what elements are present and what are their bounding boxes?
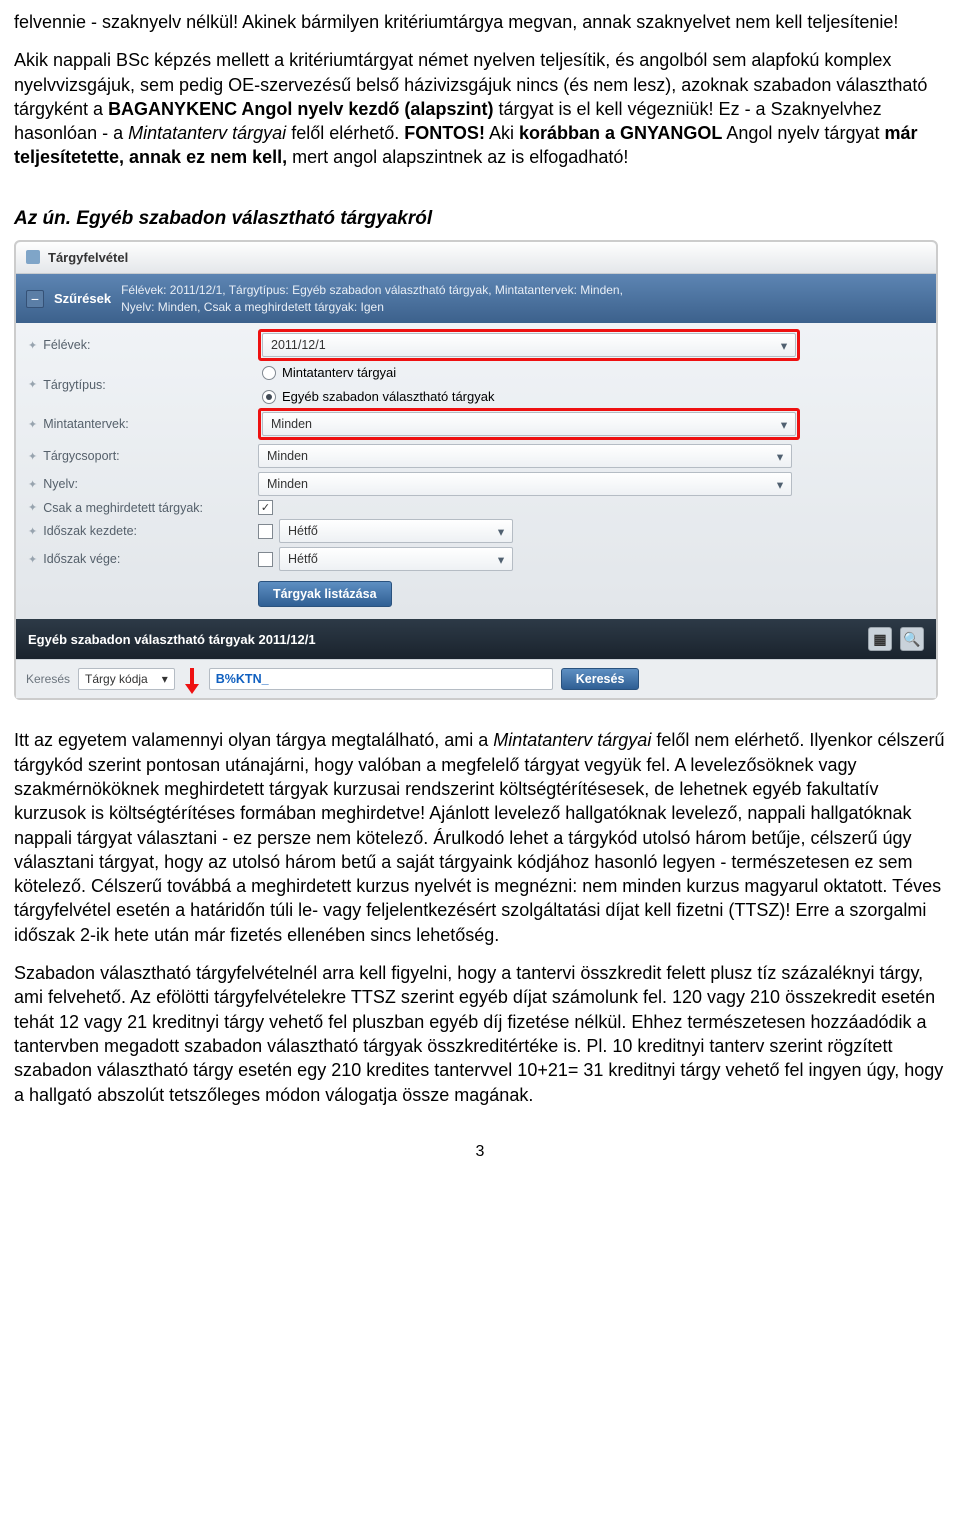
filters-header[interactable]: − Szűrések Félévek: 2011/12/1, Tárgytípu… (16, 274, 936, 324)
radio-mintatanterv[interactable] (262, 366, 276, 380)
search-button[interactable]: Keresés (561, 668, 640, 690)
radio-label-egyeb: Egyéb szabadon választható tárgyak (282, 389, 494, 404)
chevron-down-icon: ▾ (494, 524, 508, 538)
subjects-header-text: Egyéb szabadon választható tárgyak 2011/… (28, 632, 316, 647)
radio-label-mintatanterv: Mintatanterv tárgyai (282, 365, 396, 380)
search-icon[interactable]: 🔍 (900, 627, 924, 651)
spreadsheet-icon[interactable]: ▦ (868, 627, 892, 651)
chevron-down-icon: ▾ (777, 338, 791, 352)
search-input[interactable]: B%KTN_ (209, 668, 553, 690)
subjects-list-header: Egyéb szabadon választható tárgyak 2011/… (16, 619, 936, 659)
filters-description: Félévek: 2011/12/1, Tárgytípus: Egyéb sz… (121, 282, 623, 316)
search-input-value: B%KTN_ (216, 672, 269, 686)
label-kezdete: ✦Időszak kezdete: (28, 524, 258, 538)
app-titlebar: Tárgyfelvétel (16, 242, 936, 274)
label-nyelv: ✦Nyelv: (28, 477, 258, 491)
body-paragraph-2: Szabadon választható tárgyfelvételnél ar… (14, 961, 946, 1107)
checkbox-vege[interactable] (258, 552, 273, 567)
select-mintatantervek[interactable]: Minden ▾ (262, 412, 796, 436)
intro-paragraph-1: felvennie - szaknyelv nélkül! Akinek bár… (14, 10, 946, 34)
checkbox-kezdete[interactable] (258, 524, 273, 539)
checkbox-meghirdetett[interactable]: ✓ (258, 500, 273, 515)
select-felevek[interactable]: 2011/12/1 ▾ (262, 333, 796, 357)
list-subjects-button[interactable]: Tárgyak listázása (258, 581, 392, 607)
label-felevek: ✦Félévek: (28, 338, 258, 352)
page-number: 3 (14, 1143, 946, 1161)
select-nyelv[interactable]: Minden ▾ (258, 472, 792, 496)
radio-egyeb[interactable] (262, 390, 276, 404)
label-mintatantervek: ✦Mintatantervek: (28, 417, 258, 431)
chevron-down-icon: ▾ (773, 477, 787, 491)
chevron-down-icon: ▾ (777, 417, 791, 431)
red-arrow-icon (183, 668, 201, 694)
search-label: Keresés (26, 672, 70, 686)
body-paragraph-1: Itt az egyetem valamennyi olyan tárgya m… (14, 728, 946, 947)
search-field-select[interactable]: Tárgy kódja ▾ (78, 668, 175, 690)
label-vege: ✦Időszak vége: (28, 552, 258, 566)
section-subhead: Az ún. Egyéb szabadon választható tárgya… (14, 208, 946, 230)
filters-label: Szűrések (54, 291, 111, 306)
app-title: Tárgyfelvétel (48, 250, 128, 265)
label-targytipus: ✦Tárgytípus: (28, 378, 258, 392)
app-window: Tárgyfelvétel − Szűrések Félévek: 2011/1… (14, 240, 938, 701)
filters-body: ✦Félévek: 2011/12/1 ▾ ✦Tárgytípus: Minta… (16, 323, 936, 619)
select-targycsopor[interactable]: Minden ▾ (258, 444, 792, 468)
collapse-icon[interactable]: − (26, 290, 44, 308)
page-icon (26, 250, 40, 264)
search-bar: Keresés Tárgy kódja ▾ B%KTN_ Keresés (16, 659, 936, 698)
intro-paragraph-2: Akik nappali BSc képzés mellett a kritér… (14, 48, 946, 169)
select-vege[interactable]: Hétfő ▾ (279, 547, 513, 571)
chevron-down-icon: ▾ (773, 449, 787, 463)
chevron-down-icon: ▾ (494, 552, 508, 566)
select-kezdete[interactable]: Hétfő ▾ (279, 519, 513, 543)
label-csak: ✦Csak a meghirdetett tárgyak: (28, 501, 258, 515)
label-targycsopor: ✦Tárgycsoport: (28, 449, 258, 463)
chevron-down-icon: ▾ (162, 672, 168, 686)
